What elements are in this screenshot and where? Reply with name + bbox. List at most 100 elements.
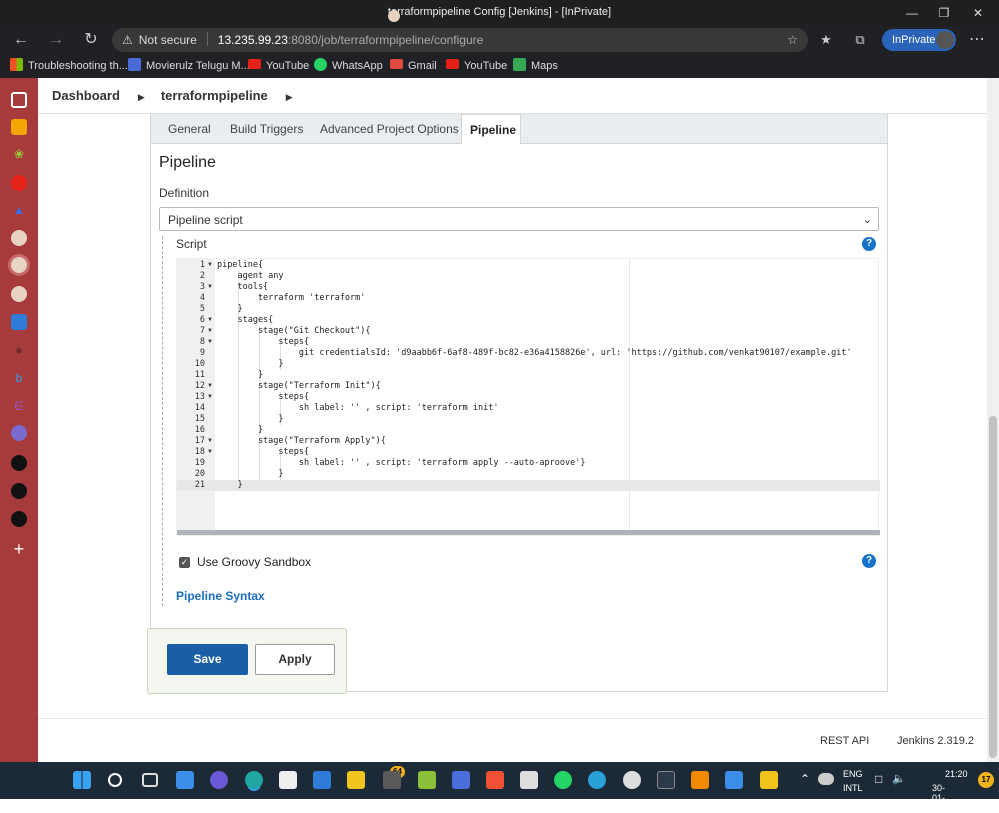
youtube-icon[interactable]	[11, 175, 27, 191]
code-line[interactable]: steps{	[217, 447, 309, 458]
pipeline-syntax-link[interactable]: Pipeline Syntax	[176, 589, 265, 603]
code-line[interactable]: stage("Terraform Init"){	[217, 381, 381, 392]
favorite-item[interactable]: YouTube	[248, 58, 309, 74]
app-icon[interactable]	[657, 771, 675, 789]
add-icon[interactable]: +	[11, 540, 27, 558]
jenkins-active-icon[interactable]	[11, 257, 27, 273]
breadcrumb-dashboard[interactable]: Dashboard	[52, 88, 120, 103]
fold-arrow-icon[interactable]: ▼	[207, 260, 213, 271]
virtualbox-icon[interactable]	[520, 771, 538, 789]
github-icon[interactable]	[11, 455, 27, 471]
more-icon[interactable]: ⋯	[966, 30, 988, 50]
jenkins-icon[interactable]	[11, 286, 27, 302]
code-line[interactable]: stage("Git Checkout"){	[217, 326, 371, 337]
favorite-item[interactable]: WhatsApp	[314, 58, 383, 74]
cloud-icon[interactable]	[818, 773, 834, 785]
chevron-right-icon[interactable]: ▶	[138, 92, 145, 102]
maximize-icon[interactable]: ❐	[934, 4, 954, 22]
task-view-icon[interactable]	[142, 773, 158, 787]
definition-select[interactable]: Pipeline script ⌄	[159, 207, 879, 231]
favorite-item[interactable]: Movierulz Telugu M...	[128, 58, 250, 74]
app-icon[interactable]	[418, 771, 436, 789]
notepad-icon[interactable]	[760, 771, 778, 789]
discord-icon[interactable]	[11, 425, 27, 441]
page-scrollbar[interactable]	[987, 78, 999, 762]
code-line[interactable]: }	[217, 414, 283, 425]
help-icon[interactable]: ?	[862, 554, 876, 568]
fold-arrow-icon[interactable]: ▼	[207, 436, 213, 447]
code-line[interactable]: stages{	[217, 315, 273, 326]
azure-icon[interactable]: ▲	[11, 202, 27, 218]
github-icon[interactable]: ●	[11, 342, 27, 358]
github-icon[interactable]	[11, 511, 27, 527]
widgets-icon[interactable]	[176, 771, 194, 789]
clock-time[interactable]: 21:20	[945, 769, 968, 779]
tab-build-triggers[interactable]: Build Triggers	[222, 114, 311, 144]
code-line[interactable]: tools{	[217, 282, 268, 293]
code-line[interactable]: pipeline{	[217, 260, 263, 271]
code-line[interactable]: sh label: '' , script: 'terraform apply …	[217, 458, 586, 469]
bing-icon[interactable]: b	[11, 370, 27, 386]
store-icon[interactable]	[279, 771, 297, 789]
close-icon[interactable]: ✕	[968, 4, 988, 22]
code-line[interactable]: sh label: '' , script: 'terraform init'	[217, 403, 499, 414]
favorite-star-icon[interactable]: ☆	[787, 28, 798, 52]
fold-arrow-icon[interactable]: ▼	[207, 337, 213, 348]
code-line[interactable]: }	[217, 425, 263, 436]
chevron-right-icon[interactable]: ▶	[286, 92, 293, 102]
code-line[interactable]: }	[217, 370, 263, 381]
favorite-item[interactable]: Maps	[513, 58, 558, 74]
inprivate-button[interactable]: InPrivate	[882, 29, 956, 51]
file-explorer-icon[interactable]	[347, 771, 365, 789]
apply-button[interactable]: Apply	[255, 644, 335, 675]
outlook-icon[interactable]	[11, 314, 27, 330]
app-icon[interactable]	[623, 771, 641, 789]
tab-pipeline[interactable]: Pipeline	[461, 114, 521, 145]
favorite-item[interactable]: Gmail	[390, 58, 437, 74]
app-icon[interactable]	[383, 771, 401, 789]
app-icon[interactable]	[452, 771, 470, 789]
github-icon[interactable]	[11, 483, 27, 499]
editor-resize-bar[interactable]	[177, 530, 880, 535]
chevron-up-icon[interactable]: ⌃	[800, 772, 810, 786]
plant-icon[interactable]: ❀	[11, 146, 27, 162]
code-line[interactable]: git credentialsId: 'd9aabb6f-6af8-489f-b…	[217, 348, 852, 359]
network-icon[interactable]: □	[875, 772, 882, 786]
not-secure-label[interactable]: Not secure	[139, 33, 197, 47]
jenkins-icon[interactable]	[11, 230, 27, 246]
whatsapp-icon[interactable]	[554, 771, 572, 789]
tab-actions-icon[interactable]	[11, 92, 27, 108]
jenkins-version-link[interactable]: Jenkins 2.319.2	[897, 735, 974, 747]
edge-icon[interactable]	[245, 771, 263, 789]
clock-date[interactable]: 30-01-2022	[932, 783, 952, 813]
chat-icon[interactable]	[210, 771, 228, 789]
code-line[interactable]: agent any	[217, 271, 283, 282]
mail-icon[interactable]	[313, 771, 331, 789]
scrollbar-thumb[interactable]	[989, 416, 997, 758]
fold-arrow-icon[interactable]: ▼	[207, 392, 213, 403]
fold-arrow-icon[interactable]: ▼	[207, 381, 213, 392]
help-icon[interactable]: ?	[862, 237, 876, 251]
script-editor[interactable]: 1 ▼ pipeline{2 agent any 3 ▼ tools{4 terrafo…	[176, 258, 880, 536]
visual-studio-icon[interactable]: ∈	[11, 398, 27, 414]
collections-icon[interactable]: ⧉	[849, 30, 871, 50]
notification-count[interactable]: 17	[978, 772, 994, 788]
app-icon[interactable]	[588, 771, 606, 789]
fold-arrow-icon[interactable]: ▼	[207, 315, 213, 326]
favorite-item[interactable]: Troubleshooting th...	[10, 58, 128, 74]
tab-general[interactable]: General	[160, 114, 219, 144]
code-line[interactable]: }	[217, 359, 283, 370]
code-line[interactable]: stage("Terraform Apply"){	[217, 436, 386, 447]
language-top[interactable]: ENG	[843, 769, 863, 779]
photos-icon[interactable]	[725, 771, 743, 789]
vlc-icon[interactable]	[691, 771, 709, 789]
url-input[interactable]: ⚠ Not secure 13.235.99.23:8080/job/terrafo…	[112, 28, 808, 52]
rest-api-link[interactable]: REST API	[820, 735, 869, 747]
groovy-sandbox-label[interactable]: Use Groovy Sandbox	[197, 555, 311, 569]
code-line[interactable]: }	[217, 469, 283, 480]
code-line[interactable]: terraform 'terraform'	[217, 293, 365, 304]
save-button[interactable]: Save	[167, 644, 248, 675]
code-line[interactable]: }	[217, 480, 242, 491]
tab-advanced-project-options[interactable]: Advanced Project Options	[312, 114, 467, 144]
code-line[interactable]: steps{	[217, 337, 309, 348]
